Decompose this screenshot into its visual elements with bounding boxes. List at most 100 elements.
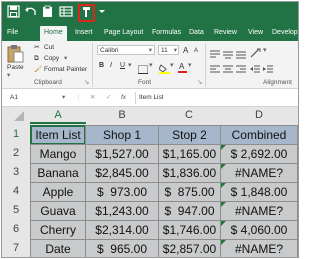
shrink-font-button[interactable]: A	[194, 47, 198, 56]
copy-dropdown-icon[interactable]: ▾	[64, 55, 67, 63]
row-header-3[interactable]: 3	[2, 163, 30, 182]
row-header-2[interactable]: 2	[2, 144, 30, 163]
cell-b1[interactable]: Shop 1	[85, 125, 159, 145]
cell-b2[interactable]: $1,527.00	[85, 144, 159, 164]
align-center-icon[interactable]	[223, 61, 233, 79]
row-header-4[interactable]: 4	[2, 182, 30, 201]
group-divider	[205, 43, 206, 87]
cell-c6[interactable]: $1,746.00	[158, 220, 221, 240]
font-name-dropdown[interactable]: Calibri ▾	[97, 45, 155, 55]
font-color-dropdown-icon[interactable]: ▾	[188, 61, 192, 70]
error-indicator-icon	[221, 202, 226, 207]
cell-d6[interactable]: $ 4,060.00	[220, 220, 298, 240]
clipboard-launcher-icon[interactable]: ↘	[84, 79, 89, 87]
cell-b4[interactable]: $ 973.00	[85, 182, 159, 202]
cell-d3[interactable]: #NAME?	[220, 163, 298, 183]
grow-font-button[interactable]: A	[183, 46, 188, 55]
tab-file[interactable]: File	[7, 26, 18, 39]
cut-icon[interactable]: ✂	[34, 44, 39, 52]
fill-color-icon[interactable]	[158, 61, 170, 79]
bold-button[interactable]: B	[99, 61, 104, 70]
borders-icon[interactable]	[138, 61, 148, 79]
row-header-1[interactable]: 1	[2, 125, 30, 144]
cancel-button[interactable]: ✕	[90, 94, 95, 102]
tab-view[interactable]: View	[248, 26, 263, 39]
cell-b7[interactable]: $ 965.00	[85, 239, 159, 257]
cell-a2[interactable]: Mango	[30, 144, 86, 164]
cell-a1[interactable]: Item List	[30, 125, 86, 145]
undo-icon[interactable]	[24, 5, 37, 20]
column-header-c[interactable]: C	[158, 107, 220, 124]
tab-developer[interactable]: Develop	[272, 26, 298, 39]
cell-c4[interactable]: $ 875.00	[158, 182, 221, 202]
align-right-icon[interactable]	[236, 61, 246, 79]
cell-d2-value: $ 2,692.00	[230, 147, 288, 161]
formula-input[interactable]: Item List	[135, 92, 298, 104]
column-header-a[interactable]: A	[30, 107, 86, 124]
cell-c7[interactable]: $2,857.00	[158, 239, 221, 257]
format-painter-icon[interactable]: 🖌	[34, 66, 42, 74]
cell-b5[interactable]: $1,243.00	[85, 201, 159, 221]
paste-button[interactable]: Paste	[7, 64, 24, 72]
increase-indent-icon[interactable]	[263, 61, 273, 79]
cell-a4[interactable]: Apple	[30, 182, 86, 202]
borders-dropdown-icon[interactable]: ▾	[149, 61, 153, 70]
row-header-6[interactable]: 6	[2, 220, 30, 239]
cell-a5[interactable]: Guava	[30, 201, 86, 221]
name-box[interactable]: A1	[6, 93, 68, 104]
tab-home[interactable]: Home	[40, 26, 67, 41]
decrease-indent-icon[interactable]	[250, 61, 260, 79]
format-painter-button[interactable]: Format Painter	[44, 66, 87, 74]
cell-d5[interactable]: #NAME?	[220, 201, 298, 221]
underline-dropdown-icon[interactable]: ▾	[128, 61, 132, 70]
cell-d7[interactable]: #NAME?	[220, 239, 298, 257]
column-header-d[interactable]: D	[220, 107, 298, 124]
column-header-b[interactable]: B	[86, 107, 158, 124]
select-all-corner[interactable]	[2, 107, 28, 124]
tab-formulas[interactable]: Formulas	[152, 26, 181, 39]
cell-c1[interactable]: Stop 2	[158, 125, 221, 145]
chevron-down-icon: ▾	[173, 47, 177, 54]
cell-b6[interactable]: $2,314.00	[85, 220, 159, 240]
cell-a7[interactable]: Date	[30, 239, 86, 257]
font-size-dropdown[interactable]: 11 ▾	[158, 45, 179, 55]
row-header-5[interactable]: 5	[2, 201, 30, 220]
clipboard-icon[interactable]	[41, 5, 54, 20]
group-divider	[92, 43, 93, 87]
enter-button[interactable]: ✓	[106, 94, 111, 102]
italic-button[interactable]: I	[110, 61, 112, 70]
font-group-label: Font	[138, 79, 152, 86]
error-indicator-icon	[221, 183, 226, 188]
tab-data[interactable]: Data	[189, 26, 204, 39]
cell-d1[interactable]: Combined	[220, 125, 298, 145]
underline-button[interactable]: U	[120, 61, 125, 70]
cell-d4[interactable]: $ 1,848.00	[220, 182, 298, 202]
cell-a3[interactable]: Banana	[30, 163, 86, 183]
clipboard-group-label: Clipboard	[34, 79, 62, 86]
save-icon[interactable]	[7, 5, 20, 20]
copy-button[interactable]: Copy	[44, 55, 59, 63]
name-box-dropdown-icon[interactable]: ▾	[62, 94, 65, 102]
cell-c3[interactable]: $1,836.00	[158, 163, 221, 183]
cell-d2[interactable]: $ 2,692.00	[220, 144, 298, 164]
tab-review[interactable]: Review	[214, 26, 237, 39]
cell-b3[interactable]: $2,845.00	[85, 163, 159, 183]
format-painter-qat-icon[interactable]	[81, 6, 92, 21]
tab-page-layout[interactable]: Page Layout	[104, 26, 143, 39]
cell-c5[interactable]: $ 947.00	[158, 201, 221, 221]
cell-a6[interactable]: Cherry	[30, 220, 86, 240]
font-color-icon[interactable]: A	[178, 60, 187, 78]
orientation-dropdown-icon[interactable]: ▾	[263, 46, 267, 55]
font-launcher-icon[interactable]: ↘	[197, 79, 202, 87]
table-icon[interactable]	[59, 5, 73, 20]
row-header-7[interactable]: 7	[2, 239, 30, 257]
cell-c2[interactable]: $1,165.00	[158, 144, 221, 164]
align-left-icon[interactable]	[210, 61, 220, 79]
insert-function-button[interactable]: fx	[121, 94, 126, 102]
fill-color-dropdown-icon[interactable]: ▾	[170, 61, 174, 70]
copy-icon[interactable]: ⧉	[34, 55, 39, 63]
tab-insert[interactable]: Insert	[75, 26, 93, 39]
paste-dropdown-icon[interactable]: ▾	[7, 72, 10, 80]
customize-qat-icon[interactable]	[98, 7, 106, 22]
cut-button[interactable]: Cut	[44, 44, 54, 52]
